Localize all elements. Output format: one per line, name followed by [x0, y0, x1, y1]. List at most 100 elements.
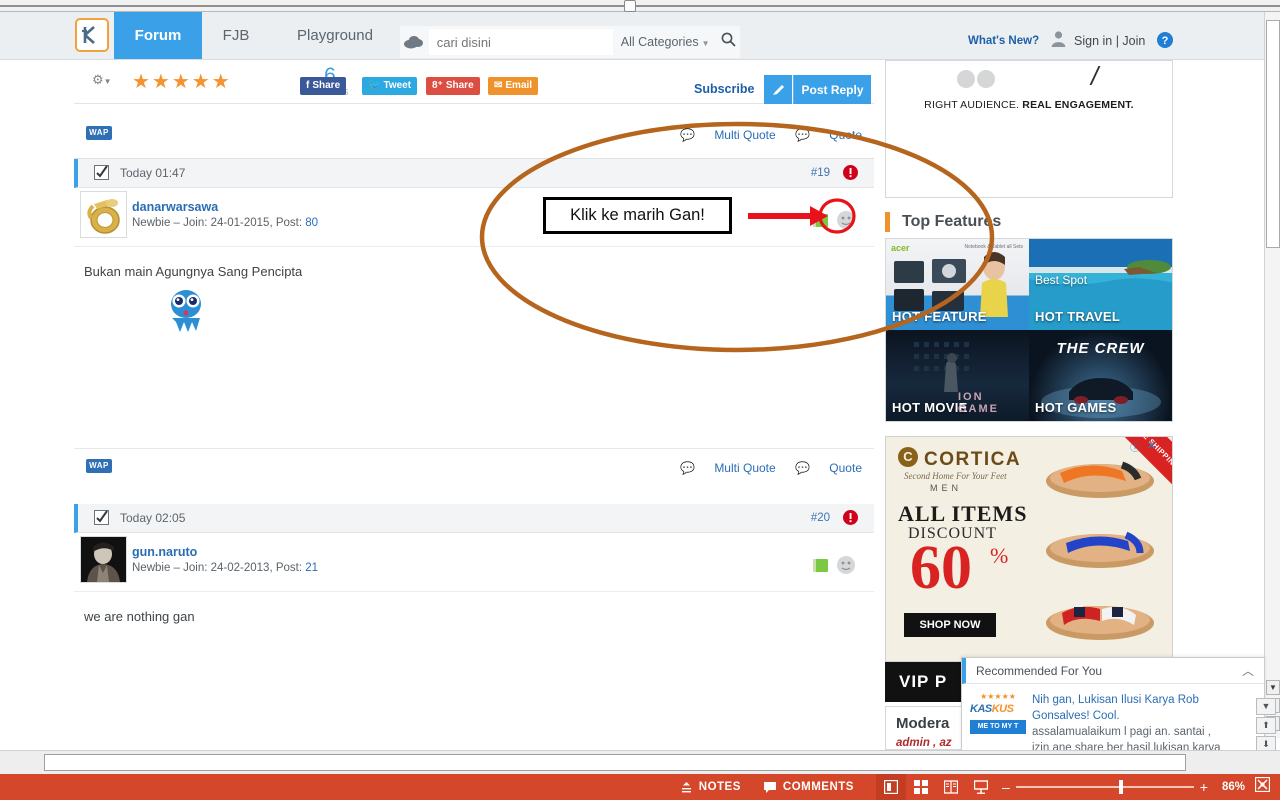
- rec-arrow-next[interactable]: ⬇: [1256, 736, 1276, 750]
- top-banner-ad[interactable]: / RIGHT AUDIENCE. REAL ENGAGEMENT.: [885, 60, 1173, 198]
- recommended-thumbnail[interactable]: ★★★★★ KASKUS ME TO MY T: [970, 692, 1026, 738]
- share-twitter-button[interactable]: 🐦 Tweet: [362, 77, 418, 95]
- share-email-button[interactable]: ✉ Email: [488, 77, 539, 95]
- zoom-in-button[interactable]: +: [1194, 779, 1214, 795]
- cloud-icon: [400, 35, 429, 49]
- ad-slash-mark: /: [1091, 61, 1099, 91]
- previous-slide-button[interactable]: ▼: [1266, 680, 1280, 695]
- recommended-snippet: assalamualaikum l pagi an. santai , izin…: [1032, 726, 1221, 750]
- reputation-icons[interactable]: [812, 555, 860, 580]
- tile-hot-feature-caption: HOT FEATURE: [892, 309, 987, 324]
- previous-post-footer: WAP 💬 Multi Quote 💬 Quote: [74, 104, 874, 159]
- share-googleplus-button[interactable]: 8⁺ Share: [426, 77, 480, 95]
- view-normal-button[interactable]: [875, 774, 906, 800]
- tile-hot-games-caption: HOT GAMES: [1035, 400, 1117, 415]
- recommended-title: Recommended For You: [976, 664, 1103, 678]
- view-slide-sorter-button[interactable]: [906, 774, 936, 800]
- recommended-for-you-panel: Recommended For You ︿ ★★★★★ KASKUS ME TO…: [961, 657, 1276, 750]
- horizontal-scrollbar[interactable]: [0, 750, 1280, 774]
- post-19-footer: WAP 💬 Multi Quote 💬 Quote: [74, 448, 874, 484]
- quote-link-19[interactable]: 💬 Quote: [795, 461, 862, 475]
- nav-tab-fjb-label: FJB: [222, 27, 250, 44]
- zoom-slider[interactable]: [1015, 780, 1194, 794]
- post-20-username[interactable]: gun.naruto: [132, 545, 197, 559]
- recommended-header[interactable]: Recommended For You ︿: [962, 658, 1264, 684]
- post-19-post-count: 80: [305, 217, 319, 229]
- vertical-scrollbar[interactable]: ▼ ⇞ ⇟: [1264, 12, 1280, 738]
- multi-quote-link-0[interactable]: 💬 Multi Quote: [680, 128, 776, 142]
- report-icon[interactable]: [843, 165, 858, 185]
- view-reading-button[interactable]: [936, 774, 966, 800]
- help-icon[interactable]: ?: [1157, 32, 1173, 53]
- wap-badge[interactable]: WAP: [86, 459, 112, 473]
- tile-hot-games[interactable]: THE CREW HOT GAMES: [1029, 330, 1172, 421]
- search-icon[interactable]: [718, 32, 741, 52]
- category-select[interactable]: All Categories ▼: [613, 35, 718, 49]
- category-select-label: All Categories: [620, 35, 699, 49]
- report-icon[interactable]: [843, 510, 858, 530]
- nav-tab-forum[interactable]: Forum: [114, 12, 202, 59]
- post-19-meta-prefix: Newbie – Join: 24-01-2015, Post:: [132, 217, 306, 229]
- vertical-scrollbar-thumb[interactable]: [1266, 20, 1280, 248]
- user-avatar-icon: [1050, 30, 1067, 52]
- avatar[interactable]: [80, 191, 127, 238]
- quote-link-0[interactable]: 💬 Quote: [795, 128, 862, 142]
- fit-to-window-button[interactable]: [1254, 776, 1271, 797]
- horizontal-scrollbar-thumb[interactable]: [44, 754, 1186, 771]
- search-bar: All Categories▼: [400, 26, 740, 58]
- kaskus-logo-icon[interactable]: [75, 18, 109, 52]
- quote-label-0: Quote: [829, 128, 862, 142]
- chevron-up-icon[interactable]: ︿: [1242, 662, 1254, 679]
- cortica-brand-name: CORTICA: [924, 449, 1022, 470]
- post-20-number[interactable]: #20: [811, 512, 830, 524]
- wap-badge[interactable]: WAP: [86, 126, 112, 140]
- post-reply-button[interactable]: Post Reply: [793, 75, 871, 104]
- gear-icon[interactable]: ⚙▼: [92, 72, 112, 88]
- post-20-date: Today 02:05: [120, 511, 186, 525]
- zoom-out-button[interactable]: –: [996, 779, 1016, 795]
- post-19-header: Today 01:47 #19: [74, 159, 874, 188]
- rec-arrow-prev[interactable]: ▼: [1256, 698, 1276, 715]
- checkbox-icon[interactable]: [94, 165, 109, 185]
- post-19-username[interactable]: danarwarsawa: [132, 200, 218, 214]
- signin-join-link[interactable]: Sign in | Join: [1074, 34, 1145, 48]
- rating-stars[interactable]: ★★★★★: [132, 69, 232, 94]
- site-header: Forum FJB Playground All Categories▼: [0, 12, 1266, 60]
- top-features-heading: Top Features: [885, 212, 1001, 232]
- tile-hot-feature[interactable]: acer Notebook & Tablet all Sets HOT FEAT…: [886, 239, 1029, 330]
- notes-button[interactable]: NOTES: [680, 781, 741, 794]
- splitter-handle[interactable]: [624, 0, 636, 12]
- comments-button[interactable]: COMMENTS: [763, 781, 854, 794]
- reputation-icons[interactable]: [812, 210, 860, 235]
- cortica-shop-now-button[interactable]: SHOP NOW: [904, 613, 996, 637]
- nav-tab-fjb[interactable]: FJB: [202, 12, 270, 59]
- rec-arrow-all[interactable]: ⬆: [1256, 717, 1276, 734]
- share-facebook-button[interactable]: f Share: [300, 77, 347, 95]
- top-splitter-strip[interactable]: [0, 0, 1280, 12]
- recommended-thread-link[interactable]: Nih gan, Lukisan Ilusi Karya Rob Gonsalv…: [1032, 692, 1230, 724]
- moderator-names[interactable]: admin , az: [896, 737, 952, 749]
- annotation-callout-text: Klik ke marih Gan!: [570, 206, 705, 224]
- tile-hot-movie[interactable]: HOT MOVIE ION GAME: [886, 330, 1029, 421]
- avatar[interactable]: [80, 536, 127, 583]
- post-19-user: danarwarsawa Newbie – Join: 24-01-2015, …: [74, 188, 874, 247]
- emoticon-icon: [158, 286, 212, 332]
- ad-tagline-normal: RIGHT AUDIENCE.: [924, 99, 1023, 111]
- pencil-icon[interactable]: [764, 75, 792, 104]
- subscribe-link[interactable]: Subscribe: [694, 82, 754, 96]
- checkbox-icon[interactable]: [94, 510, 109, 530]
- zoom-slider-thumb[interactable]: [1118, 780, 1123, 794]
- notes-label: NOTES: [698, 781, 741, 793]
- multi-quote-link-19[interactable]: 💬 Multi Quote: [680, 461, 776, 475]
- cortica-ad[interactable]: FREE SHIPPING ⓘ ✕ C CORTICA Second Home …: [885, 436, 1173, 662]
- sandal-images: [1046, 461, 1154, 640]
- chevron-down-icon: ▼: [701, 39, 710, 48]
- whats-new-link[interactable]: What's New?: [968, 35, 1039, 47]
- post-19-number[interactable]: #19: [811, 167, 830, 179]
- nav-tab-playground[interactable]: Playground: [270, 12, 400, 59]
- tile-hot-travel[interactable]: Best Spot HOT TRAVEL: [1029, 239, 1172, 330]
- post-20-user: gun.naruto Newbie – Join: 24-02-2013, Po…: [74, 533, 874, 592]
- facebook-icon: f: [306, 80, 310, 91]
- view-slideshow-button[interactable]: [966, 774, 996, 800]
- search-input[interactable]: [428, 29, 613, 55]
